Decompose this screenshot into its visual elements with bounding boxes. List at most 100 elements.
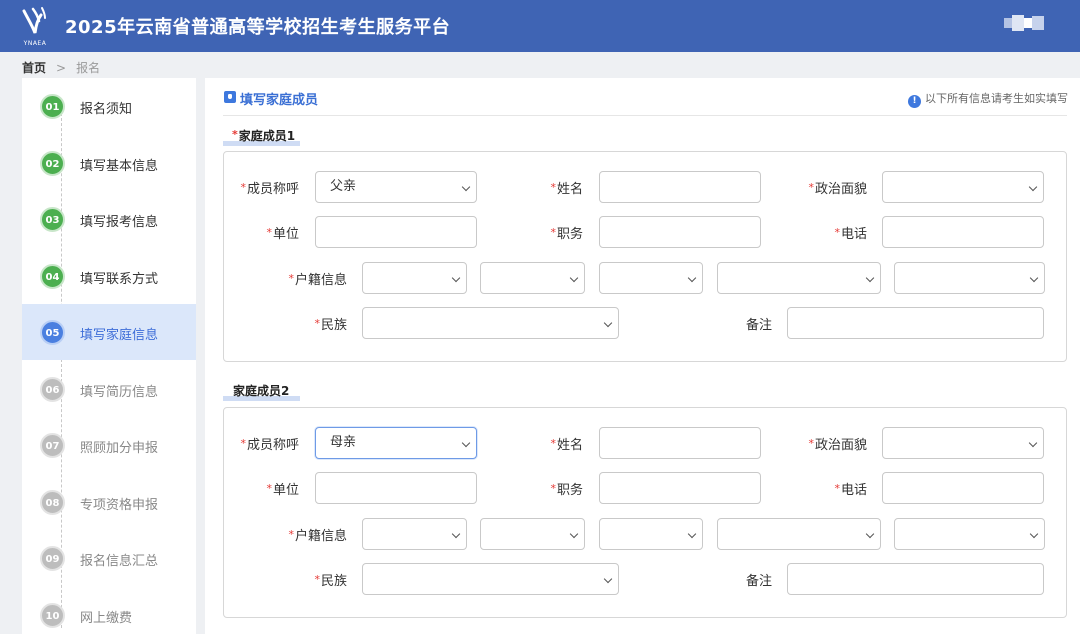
section-icon [224,91,236,103]
step-number: 03 [40,207,65,232]
household-select-4[interactable] [717,518,881,550]
phone-input[interactable] [882,216,1044,248]
step-number: 05 [40,320,65,345]
step-label: 报名须知 [80,102,133,117]
household-select-1[interactable] [362,262,467,294]
required-mark: * [240,181,246,194]
name-label: *姓名 [550,434,583,453]
step-item-08[interactable]: 08 专项资格申报 [22,474,196,530]
required-mark: * [550,181,556,194]
household-select-2[interactable] [480,262,585,294]
position-input[interactable] [599,472,761,504]
step-item-10[interactable]: 10 网上缴费 [22,587,196,634]
chevron-down-icon [569,529,579,539]
household-select-3[interactable] [599,262,703,294]
phone-label: *电话 [834,223,867,242]
household-select-2[interactable] [480,518,585,550]
required-mark: * [550,226,556,239]
label-text: 职务 [556,227,583,242]
remark-input[interactable] [787,307,1044,339]
household-select-5[interactable] [894,262,1045,294]
breadcrumb: 首页 > 报名 [22,59,100,76]
label-text: 成员称呼 [246,438,299,453]
remark-input[interactable] [787,563,1044,595]
unit-label: *单位 [266,223,299,242]
step-label: 填写基本信息 [80,158,159,174]
label-text: 备注 [745,574,772,589]
required-mark: * [266,226,272,239]
required-mark: * [808,437,814,450]
required-mark: * [808,181,814,194]
ethnicity-select[interactable] [362,307,619,339]
logo: YNAEA [18,5,52,47]
chevron-down-icon [865,273,875,283]
label-text: 备注 [745,318,772,333]
chevron-down-icon [603,574,613,584]
breadcrumb-current: 报名 [76,61,101,75]
step-label: 照顾加分申报 [80,441,159,456]
label-text: 政治面貌 [814,438,867,453]
breadcrumb-home[interactable]: 首页 [22,61,46,75]
position-input[interactable] [599,216,761,248]
chevron-down-icon [461,438,471,448]
remark-label: 备注 [746,570,772,589]
member-form: *成员称呼 母亲 *姓名 *政治面貌 *单位 *职务 *电话 *户籍信息 *民族 备注 [223,407,1067,618]
label-text: 电话 [840,483,867,498]
household-select-3[interactable] [599,518,703,550]
member-form: *成员称呼 父亲 *姓名 *政治面貌 *单位 *职务 *电话 *户籍信息 *民族 备注 [223,151,1067,362]
label-text: 职务 [556,483,583,498]
household-select-4[interactable] [717,262,881,294]
label-text: 户籍信息 [294,529,347,544]
step-item-07[interactable]: 07 照顾加分申报 [22,417,196,473]
ethnicity-label: *民族 [314,570,347,589]
required-mark: * [240,437,246,450]
app-title: 2025年云南省普通高等学校招生考生服务平台 [65,17,451,38]
political-select[interactable] [882,427,1044,459]
relation-label: *成员称呼 [240,434,299,453]
field-value: 母亲 [330,435,357,450]
section-title: 填写家庭成员 [240,93,319,108]
required-mark: * [288,272,294,285]
name-input[interactable] [599,427,761,459]
household-select-5[interactable] [894,518,1045,550]
member-title: 家庭成员2 [223,382,300,401]
name-input[interactable] [599,171,761,203]
chevron-down-icon [451,529,461,539]
required-mark: * [288,528,294,541]
chevron-down-icon [1029,273,1039,283]
step-item-06[interactable]: 06 填写简历信息 [22,361,196,417]
ethnicity-select[interactable] [362,563,619,595]
relation-select[interactable]: 父亲 [315,171,477,203]
chevron-down-icon [1028,438,1038,448]
step-item-09[interactable]: 09 报名信息汇总 [22,530,196,586]
political-select[interactable] [882,171,1044,203]
step-item-03[interactable]: 03 填写报考信息 [22,191,196,247]
label-text: 姓名 [556,182,583,197]
user-avatar[interactable] [1004,15,1044,31]
step-label: 报名信息汇总 [80,554,159,569]
field-value: 父亲 [330,179,357,194]
unit-input[interactable] [315,472,477,504]
label-text: 单位 [272,227,299,242]
step-item-04[interactable]: 04 填写联系方式 [22,248,196,304]
relation-select[interactable]: 母亲 [315,427,477,459]
required-mark: * [550,482,556,495]
member-title-text: 家庭成员2 [233,384,290,398]
step-item-01[interactable]: 01 报名须知 [22,78,196,134]
notice-label: 以下所有信息请考生如实填写 [925,92,1068,105]
step-number: 02 [40,150,65,176]
chevron-down-icon [687,529,697,539]
step-item-02[interactable]: 02 填写基本信息 [22,135,196,191]
household-select-1[interactable] [362,518,467,550]
required-mark: * [314,573,320,586]
remark-label: 备注 [746,314,772,333]
info-icon: ! [908,95,921,108]
step-number: 04 [40,263,65,289]
phone-input[interactable] [882,472,1044,504]
step-item-05[interactable]: 05 填写家庭信息 [22,304,196,360]
chevron-down-icon [687,273,697,283]
unit-input[interactable] [315,216,477,248]
step-label: 填写家庭信息 [80,328,159,343]
political-label: *政治面貌 [808,434,867,453]
chevron-down-icon [1029,529,1039,539]
